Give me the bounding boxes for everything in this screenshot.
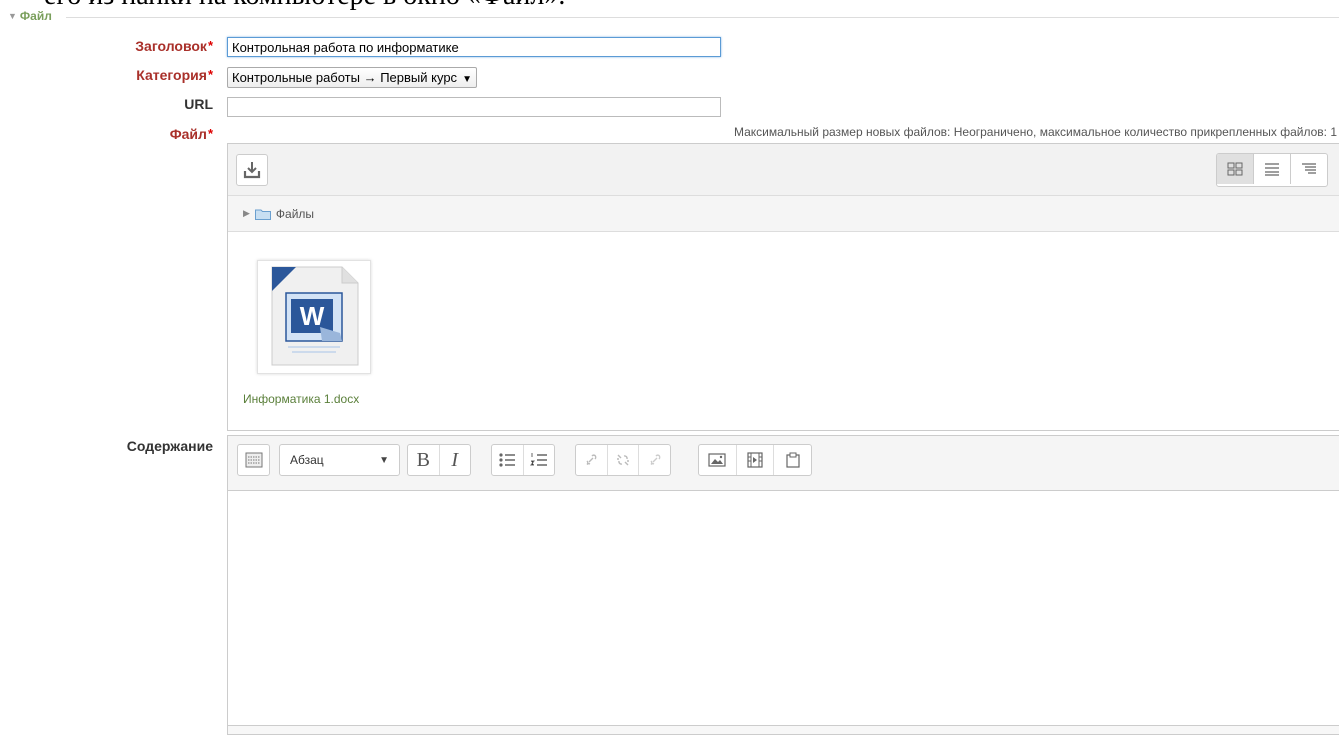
list-group [491,444,555,476]
text-style-group: B I [407,444,471,476]
required-star-icon: * [207,126,213,141]
file-name-link[interactable]: Информатика 1.docx [243,392,359,406]
bold-button[interactable]: B [408,445,440,475]
paragraph-format-select[interactable]: Абзац ▼ [279,444,400,476]
title-input[interactable] [227,37,721,57]
required-star-icon: * [207,67,213,82]
link-button[interactable] [576,445,608,475]
image-icon [708,453,726,467]
unlink-button[interactable] [608,445,640,475]
url-label: URL [184,96,213,112]
ordered-list-button[interactable] [524,445,555,475]
toolbar-toggle-group [237,444,270,476]
film-icon [747,452,763,468]
tree-icon [1302,163,1316,174]
file-label-text: Файл [169,126,207,142]
section-legend-label: Файл [19,9,52,23]
document-text-fragment: его из папки на компьютере в окно «Файл»… [44,0,565,12]
italic-button[interactable]: I [440,445,471,475]
file-label: Файл* [170,126,213,142]
link-icon [650,454,661,466]
insert-media-button[interactable] [737,445,775,475]
bullet-list-icon [499,453,516,467]
editor-status-bar [228,725,1339,734]
path-folder-label[interactable]: Файлы [276,207,314,221]
list-view-button[interactable] [1254,154,1291,184]
category-label-text: Категория [136,67,207,83]
category-select-value: Контрольные работы → Первый курс [232,70,458,85]
grid-icon [1227,162,1243,176]
file-manager: ▶ Файлы W Информатика 1.docx [227,143,1339,431]
dropdown-arrow-icon: ▼ [462,74,472,85]
editor-toolbar: Абзац ▼ B I [228,436,1339,491]
folder-icon [254,209,271,220]
anchor-button[interactable] [639,445,670,475]
file-manager-toolbar [228,144,1339,196]
toolbar-toggle-button[interactable] [238,445,269,475]
add-file-button[interactable] [236,154,268,186]
category-label: Категория* [136,67,213,83]
required-star-icon: * [207,38,213,53]
editor-content-area[interactable] [228,491,1339,725]
title-label: Заголовок* [135,38,213,54]
collapse-triangle-icon[interactable]: ▼ [8,11,17,21]
numbered-list-icon [529,453,547,466]
paste-button[interactable] [774,445,811,475]
list-icon [1265,163,1279,176]
tree-view-button[interactable] [1291,154,1327,184]
link-group [575,444,671,476]
link-icon [586,454,597,466]
category-select[interactable]: Контрольные работы → Первый курс ▼ [227,67,477,88]
path-bar: ▶ Файлы [228,196,1339,232]
unordered-list-button[interactable] [492,445,524,475]
section-divider [66,17,1339,18]
rich-text-editor: Абзац ▼ B I [227,435,1339,735]
unlink-icon [617,454,629,466]
media-group [698,444,812,476]
max-file-size-note: Максимальный размер новых файлов: Неогра… [733,125,1337,139]
download-tray-icon [243,162,261,179]
content-label: Содержание [126,438,213,454]
word-document-icon: W [271,266,359,366]
section-legend-file[interactable]: ▼ Файл [8,9,52,23]
url-input[interactable] [227,97,721,117]
paragraph-format-value: Абзац [290,453,324,467]
expand-triangle-icon[interactable]: ▶ [243,208,250,219]
dropdown-arrow-icon: ▼ [379,454,389,466]
view-mode-switcher [1216,153,1328,187]
clipboard-icon [786,452,800,468]
keyboard-icon [245,452,262,468]
file-tile[interactable]: W [257,260,371,374]
insert-image-button[interactable] [699,445,737,475]
title-label-text: Заголовок [135,38,207,54]
icons-view-button[interactable] [1217,154,1254,184]
svg-text:W: W [300,301,325,331]
